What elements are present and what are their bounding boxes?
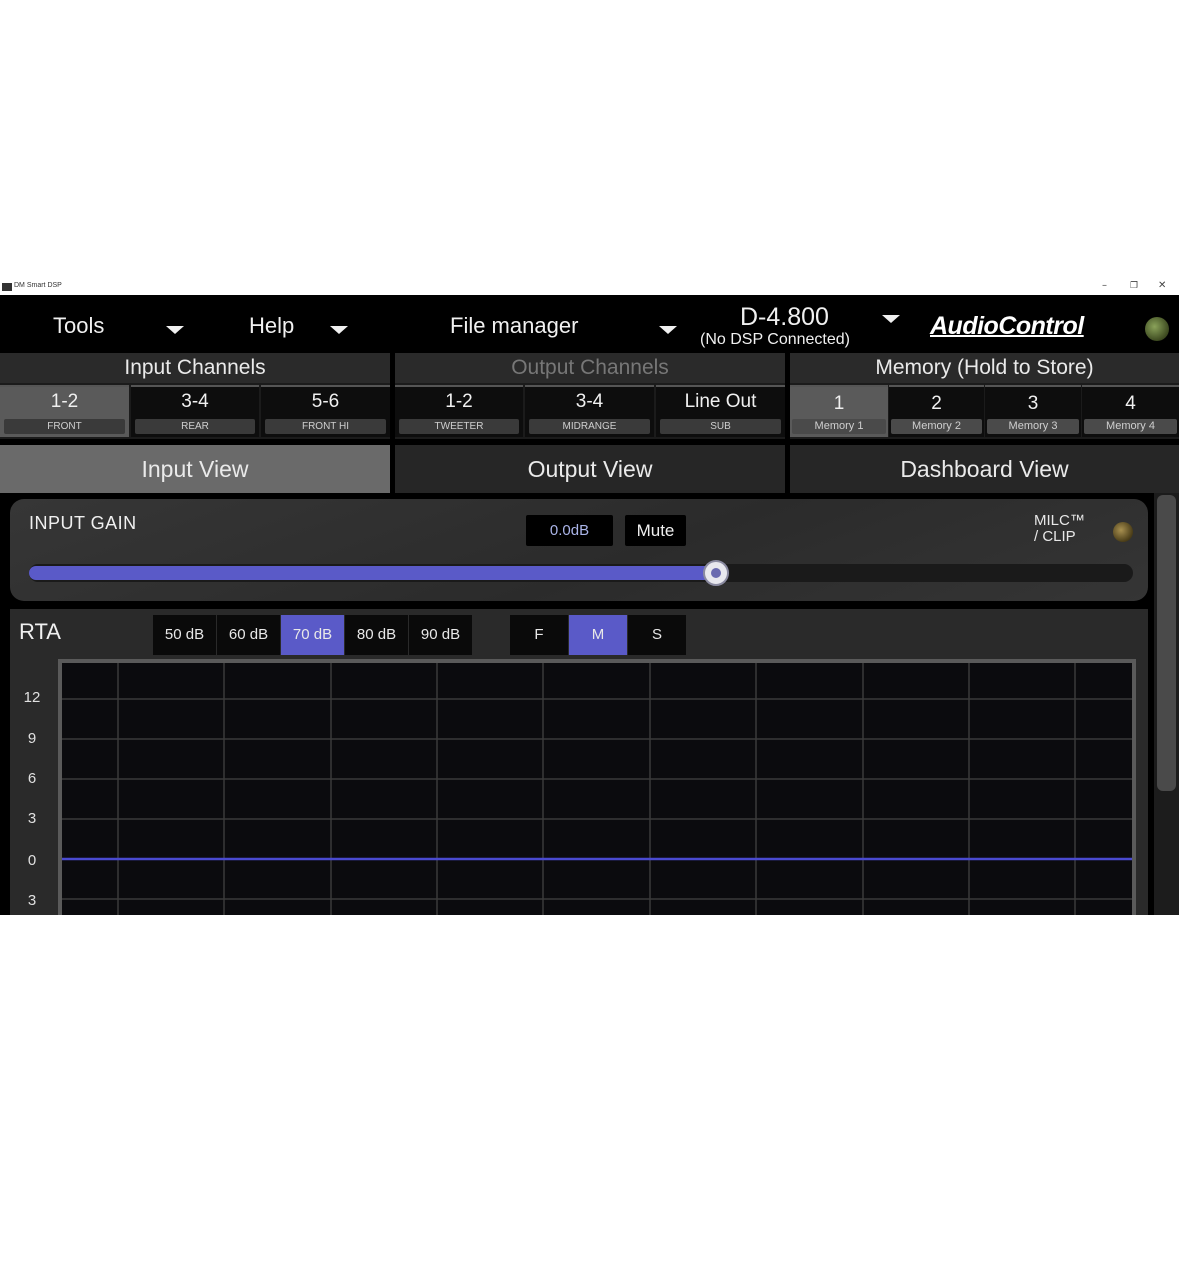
input-channels-group: Input Channels 1-2 FRONT 3-4 REAR 5-6 FR… xyxy=(0,353,390,439)
memory-number: 3 xyxy=(1027,393,1039,414)
close-icon[interactable]: ✕ xyxy=(1158,280,1166,291)
channel-number: 1-2 xyxy=(445,391,473,412)
tools-chevron-down-icon[interactable] xyxy=(166,326,184,334)
channel-label: TWEETER xyxy=(399,419,519,434)
tab-output-view[interactable]: Output View xyxy=(395,445,785,493)
channel-label: SUB xyxy=(660,419,781,434)
maximize-icon[interactable]: ❐ xyxy=(1130,281,1138,291)
channel-number: Line Out xyxy=(684,391,757,412)
rta-speed-medium-button[interactable]: M xyxy=(569,615,627,655)
rta-range-60db-button[interactable]: 60 dB xyxy=(217,615,280,655)
app-icon xyxy=(2,283,12,291)
input-gain-panel: INPUT GAIN 0.0dB Mute MILC™ / CLIP xyxy=(10,499,1148,601)
memory-label: Memory 2 xyxy=(891,419,982,434)
rta-speed-slow-button[interactable]: S xyxy=(628,615,686,655)
tools-menu[interactable]: Tools xyxy=(53,313,104,339)
memory-number: 2 xyxy=(931,393,942,414)
tab-dashboard-view[interactable]: Dashboard View xyxy=(790,445,1179,493)
memory-slot-4[interactable]: 4 Memory 4 xyxy=(1082,385,1179,437)
input-channel-3-4[interactable]: 3-4 REAR xyxy=(131,385,259,437)
rta-range-70db-button[interactable]: 70 dB xyxy=(281,615,344,655)
channel-number: 3-4 xyxy=(575,391,604,412)
rta-panel: RTA 50 dB 60 dB 70 dB 80 dB 90 dB F M S … xyxy=(10,609,1148,915)
milc-label-line2: / CLIP xyxy=(1034,528,1076,545)
rta-grid xyxy=(62,663,1132,915)
rta-speed-fast-button[interactable]: F xyxy=(510,615,568,655)
menu-bar: Tools Help File manager D-4.800 (No DSP … xyxy=(0,295,1179,353)
memory-slot-3[interactable]: 3 Memory 3 xyxy=(985,385,1081,437)
memory-number: 4 xyxy=(1125,393,1136,414)
memory-group: Memory (Hold to Store) 1 Memory 1 2 Memo… xyxy=(790,353,1179,439)
input-channel-5-6[interactable]: 5-6 FRONT HI xyxy=(261,385,390,437)
rta-title: RTA xyxy=(19,619,61,644)
memory-label: Memory 3 xyxy=(987,419,1079,434)
tab-input-view[interactable]: Input View xyxy=(0,445,390,493)
output-channels-group: Output Channels 1-2 TWEETER 3-4 MIDRANGE… xyxy=(395,353,785,439)
scrollbar-thumb[interactable] xyxy=(1157,495,1176,791)
gain-value-field[interactable]: 0.0dB xyxy=(526,515,613,546)
rta-y-tick: 6 xyxy=(27,770,37,787)
memory-label: Memory 1 xyxy=(792,419,886,434)
rta-y-tick: 3 xyxy=(27,892,37,909)
milc-label-line1: MILC™ xyxy=(1034,512,1085,529)
device-name[interactable]: D-4.800 xyxy=(740,303,829,332)
memory-number: 1 xyxy=(833,393,845,414)
channel-label: MIDRANGE xyxy=(529,419,650,434)
channel-label: FRONT xyxy=(4,419,125,434)
rta-y-tick: 3 xyxy=(27,810,37,827)
channel-number: 1-2 xyxy=(50,391,79,412)
slider-thumb[interactable] xyxy=(703,560,729,586)
output-channel-1-2[interactable]: 1-2 TWEETER xyxy=(395,385,523,437)
minimize-icon[interactable]: – xyxy=(1102,280,1107,291)
rta-y-tick: 9 xyxy=(27,730,37,747)
slider-fill xyxy=(29,566,716,580)
rta-range-50db-button[interactable]: 50 dB xyxy=(153,615,216,655)
memory-header: Memory (Hold to Store) xyxy=(790,353,1179,383)
brand-logo: AudioControl xyxy=(930,312,1084,340)
output-channel-3-4[interactable]: 3-4 MIDRANGE xyxy=(525,385,654,437)
rta-gridlines xyxy=(62,663,1132,915)
channel-number: 3-4 xyxy=(181,391,209,412)
rta-y-tick: 0 xyxy=(27,852,37,869)
window-title: DM Smart DSP xyxy=(14,282,62,289)
file-manager-chevron-down-icon[interactable] xyxy=(659,326,677,334)
milc-clip-label: MILC™ / CLIP xyxy=(1034,513,1085,545)
input-gain-slider[interactable] xyxy=(29,560,1133,586)
input-gain-title: INPUT GAIN xyxy=(29,513,137,533)
rta-range-90db-button[interactable]: 90 dB xyxy=(409,615,472,655)
scrollbar[interactable] xyxy=(1154,493,1179,915)
app-window: DM Smart DSP – ❐ ✕ Tools Help File manag… xyxy=(0,279,1179,915)
help-chevron-down-icon[interactable] xyxy=(330,326,348,334)
memory-slot-1[interactable]: 1 Memory 1 xyxy=(790,385,888,437)
memory-label: Memory 4 xyxy=(1084,419,1177,434)
mute-button[interactable]: Mute xyxy=(625,515,686,546)
clip-led-icon xyxy=(1113,522,1133,542)
memory-slot-2[interactable]: 2 Memory 2 xyxy=(889,385,984,437)
rta-graph xyxy=(58,659,1136,915)
channel-number: 5-6 xyxy=(311,391,340,412)
device-status: (No DSP Connected) xyxy=(700,331,850,348)
rta-y-tick: 12 xyxy=(23,689,41,706)
channel-label: REAR xyxy=(135,419,255,434)
output-channels-header: Output Channels xyxy=(395,353,785,383)
connection-led-icon xyxy=(1145,317,1169,341)
input-channels-header: Input Channels xyxy=(0,353,390,383)
input-channel-1-2[interactable]: 1-2 FRONT xyxy=(0,385,129,437)
device-chevron-down-icon[interactable] xyxy=(882,315,900,323)
help-menu[interactable]: Help xyxy=(249,313,294,339)
rta-range-80db-button[interactable]: 80 dB xyxy=(345,615,408,655)
file-manager-menu[interactable]: File manager xyxy=(450,313,578,339)
output-channel-line-out[interactable]: Line Out SUB xyxy=(656,385,785,437)
title-bar: DM Smart DSP – ❐ ✕ xyxy=(0,279,1179,295)
channel-label: FRONT HI xyxy=(265,419,386,434)
